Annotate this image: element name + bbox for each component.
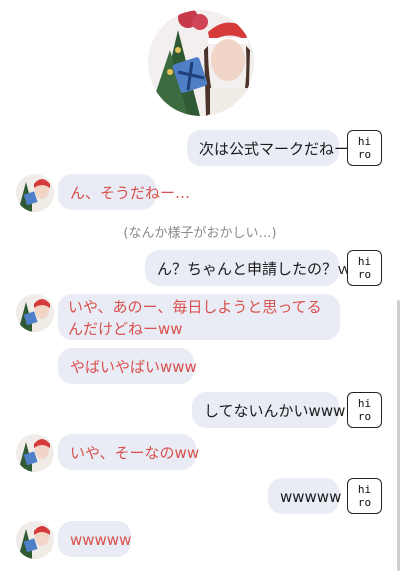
avatar-label-line-2: ro <box>357 410 372 423</box>
message-bubble-left: いや、あのー、毎日しようと思ってるんだけどねーww <box>58 294 340 340</box>
message-bubble-left: やばいやばいwww <box>58 348 197 384</box>
message-text: 次は公式マークだねー <box>199 140 350 158</box>
contact-avatar[interactable] <box>16 521 54 559</box>
narration-note: (なんか様子がおかしい…) <box>123 226 277 241</box>
message-bubble-right: ん？ちゃんと申請したの？ｗ <box>145 250 352 286</box>
message-bubble-left: wwwww <box>58 521 131 557</box>
hiro-avatar[interactable]: hi ro <box>347 392 382 428</box>
hiro-avatar[interactable]: hi ro <box>347 250 382 286</box>
hiro-avatar[interactable]: hi ro <box>347 478 382 514</box>
message-text: wwwww <box>280 488 342 506</box>
message-text: してないんかいwww <box>204 402 346 420</box>
message-text: ん、そうだねー… <box>70 184 191 202</box>
avatar-label-line-2: ro <box>357 148 372 161</box>
message-bubble-left: ん、そうだねー… <box>58 174 190 210</box>
avatar-label-line-1: hi <box>357 397 372 410</box>
message-bubble-right: してないんかいwww <box>192 392 345 428</box>
avatar-label-line-1: hi <box>357 255 372 268</box>
message-text: やばいやばいwww <box>70 358 197 376</box>
avatar-label-line-1: hi <box>357 135 372 148</box>
message-text: ん？ちゃんと申請したの？ｗ <box>157 260 353 278</box>
message-text: いや、そーなのww <box>70 444 200 462</box>
contact-avatar[interactable] <box>16 434 54 472</box>
message-bubble-right: wwwww <box>268 478 342 514</box>
message-text: wwwww <box>70 531 132 549</box>
hiro-avatar[interactable]: hi ro <box>347 130 382 166</box>
avatar-label-line-2: ro <box>357 496 372 509</box>
contact-avatar[interactable] <box>16 294 54 332</box>
message-bubble-left: いや、そーなのww <box>58 434 200 470</box>
profile-avatar[interactable] <box>148 10 254 116</box>
message-bubble-right: 次は公式マークだねー <box>187 130 349 166</box>
message-text: いや、あのー、毎日しようと思ってるんだけどねーww <box>68 298 322 338</box>
avatar-label-line-1: hi <box>357 483 372 496</box>
contact-avatar[interactable] <box>16 174 54 212</box>
avatar-label-line-2: ro <box>357 268 372 281</box>
